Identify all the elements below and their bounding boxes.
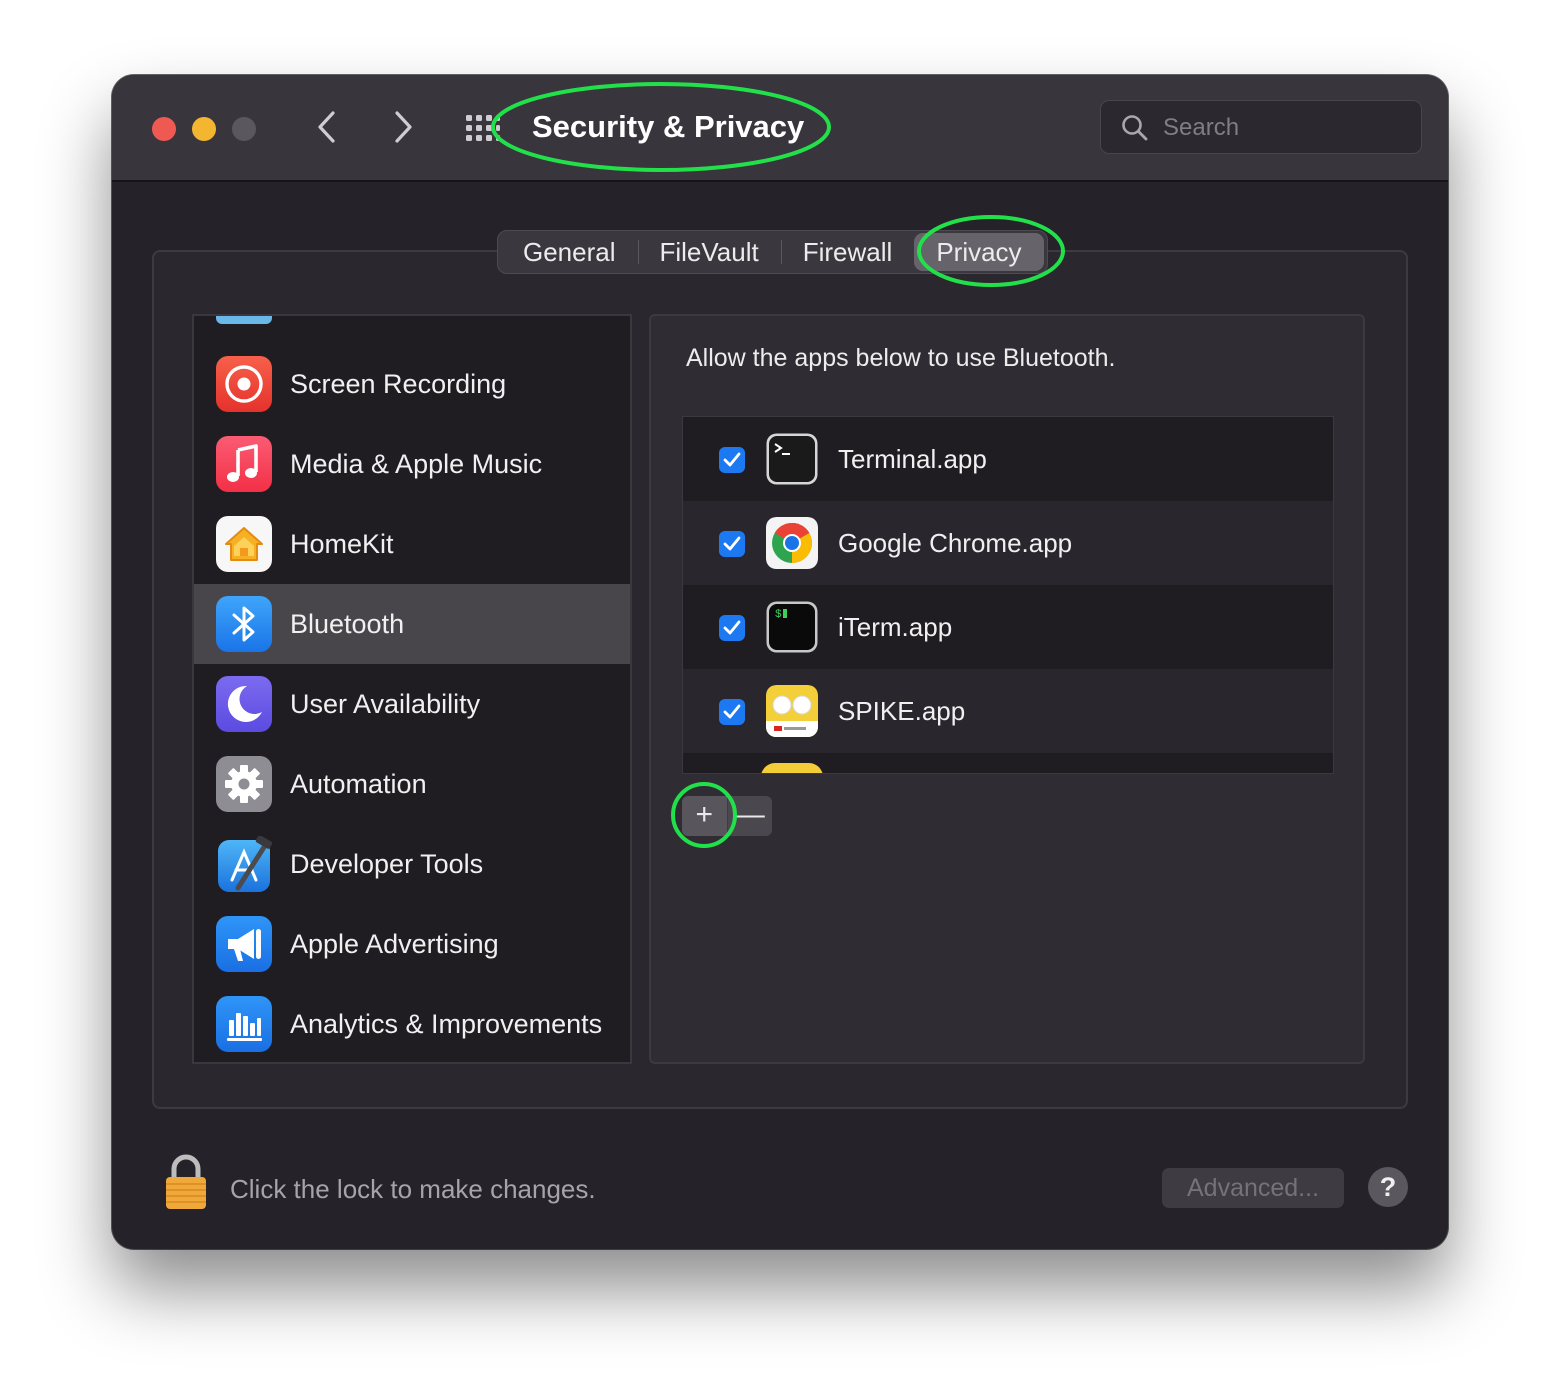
chrome-app-icon (766, 517, 818, 569)
sidebar-item-label: Automation (290, 769, 427, 799)
tab-privacy[interactable]: Privacy (914, 233, 1044, 271)
analytics-chart-icon (216, 996, 272, 1052)
back-button[interactable] (308, 105, 348, 149)
show-all-grid-icon[interactable] (464, 113, 500, 143)
close-button[interactable] (152, 117, 176, 141)
checkmark-icon (723, 620, 741, 635)
developer-tools-icon (216, 835, 273, 892)
app-name: iTerm.app (838, 612, 953, 642)
music-note-icon (216, 436, 272, 492)
sidebar-item-label: Media & Apple Music (290, 449, 543, 479)
tab-filevault[interactable]: FileVault (637, 231, 781, 273)
sidebar-item-label: Screen Recording (290, 369, 507, 399)
sidebar-item-apple-advertising[interactable]: Apple Advertising (194, 904, 630, 984)
add-remove-controls: + — (682, 796, 772, 836)
chevron-left-icon (318, 111, 335, 143)
add-app-button[interactable]: + (682, 796, 728, 836)
lock-button[interactable] (164, 1153, 208, 1211)
permission-prompt: Allow the apps below to use Bluetooth. (686, 344, 1116, 372)
moon-icon (216, 676, 272, 732)
sidebar-item-user-availability[interactable]: User Availability (194, 664, 630, 744)
app-name: SPIKE.app (838, 696, 966, 726)
sidebar-item-label: Developer Tools (290, 849, 484, 879)
screen-recording-icon (216, 356, 272, 412)
gear-icon (216, 756, 272, 812)
bluetooth-detail-panel: Allow the apps below to use Bluetooth. T… (649, 314, 1365, 1064)
sidebar-item-developer-tools[interactable]: Developer Tools (194, 824, 630, 904)
sidebar-item-screen-recording[interactable]: Screen Recording (194, 344, 630, 424)
help-button[interactable]: ? (1368, 1167, 1408, 1207)
forward-button[interactable] (382, 105, 422, 149)
sidebar-item-label: User Availability (290, 689, 481, 719)
checkmark-icon (723, 452, 741, 467)
minimize-button[interactable] (192, 117, 216, 141)
sidebar-item-label: Analytics & Improvements (290, 1009, 603, 1039)
sidebar-item-media-apple-music[interactable]: Media & Apple Music (194, 424, 630, 504)
tab-firewall[interactable]: Firewall (780, 231, 915, 273)
app-row-spike[interactable]: SPIKE.app (683, 669, 1333, 753)
search-input[interactable] (1161, 109, 1405, 147)
lock-status-text: Click the lock to make changes. (230, 1174, 596, 1204)
title-bar: Security & Privacy (112, 75, 1448, 182)
app-checkbox[interactable] (719, 699, 745, 725)
lock-icon (166, 1154, 206, 1209)
sidebar-item-bluetooth[interactable]: Bluetooth (194, 584, 630, 664)
search-field[interactable] (1100, 100, 1422, 154)
app-row-terminal[interactable]: Terminal.app (683, 417, 1333, 501)
chevron-right-icon (395, 111, 412, 143)
advanced-button[interactable]: Advanced... (1162, 1168, 1344, 1208)
svg-text:$: $ (775, 609, 782, 621)
window-title: Security & Privacy (532, 109, 805, 144)
sidebar-item-label: HomeKit (290, 529, 394, 559)
app-row-iterm[interactable]: $ iTerm.app (683, 585, 1333, 669)
zoom-button[interactable] (232, 117, 256, 141)
home-icon (216, 516, 272, 572)
tab-bar: General FileVault Firewall Privacy (497, 230, 1048, 274)
sidebar-item-homekit[interactable]: HomeKit (194, 504, 630, 584)
sidebar-item-analytics-improvements[interactable]: Analytics & Improvements (194, 984, 630, 1062)
megaphone-icon (216, 916, 272, 972)
search-icon (1122, 115, 1148, 141)
tab-general[interactable]: General (501, 231, 638, 273)
app-name: Terminal.app (838, 444, 987, 474)
partially-visible-app-icon (761, 763, 823, 773)
privacy-category-list[interactable]: Screen Recording Media & Apple Music Hom… (192, 314, 632, 1064)
app-list[interactable]: Terminal.app Google Chrome.app $ iTerm.a… (682, 416, 1334, 774)
remove-app-button[interactable]: — (727, 796, 772, 836)
terminal-app-icon (766, 433, 818, 485)
app-checkbox[interactable] (719, 447, 745, 473)
sidebar-item-label: Apple Advertising (290, 929, 499, 959)
security-privacy-window: Security & Privacy General FileVault Fir… (112, 75, 1448, 1249)
sidebar-item-label: Bluetooth (290, 609, 405, 639)
checkmark-icon (723, 536, 741, 551)
partially-visible-category-icon (216, 316, 272, 324)
app-checkbox[interactable] (719, 531, 745, 557)
app-checkbox[interactable] (719, 615, 745, 641)
iterm-app-icon: $ (766, 601, 818, 653)
app-name: Google Chrome.app (838, 528, 1073, 558)
app-row-google-chrome[interactable]: Google Chrome.app (683, 501, 1333, 585)
sidebar-item-automation[interactable]: Automation (194, 744, 630, 824)
bluetooth-icon (216, 596, 272, 652)
spike-app-icon (766, 685, 818, 737)
checkmark-icon (723, 704, 741, 719)
